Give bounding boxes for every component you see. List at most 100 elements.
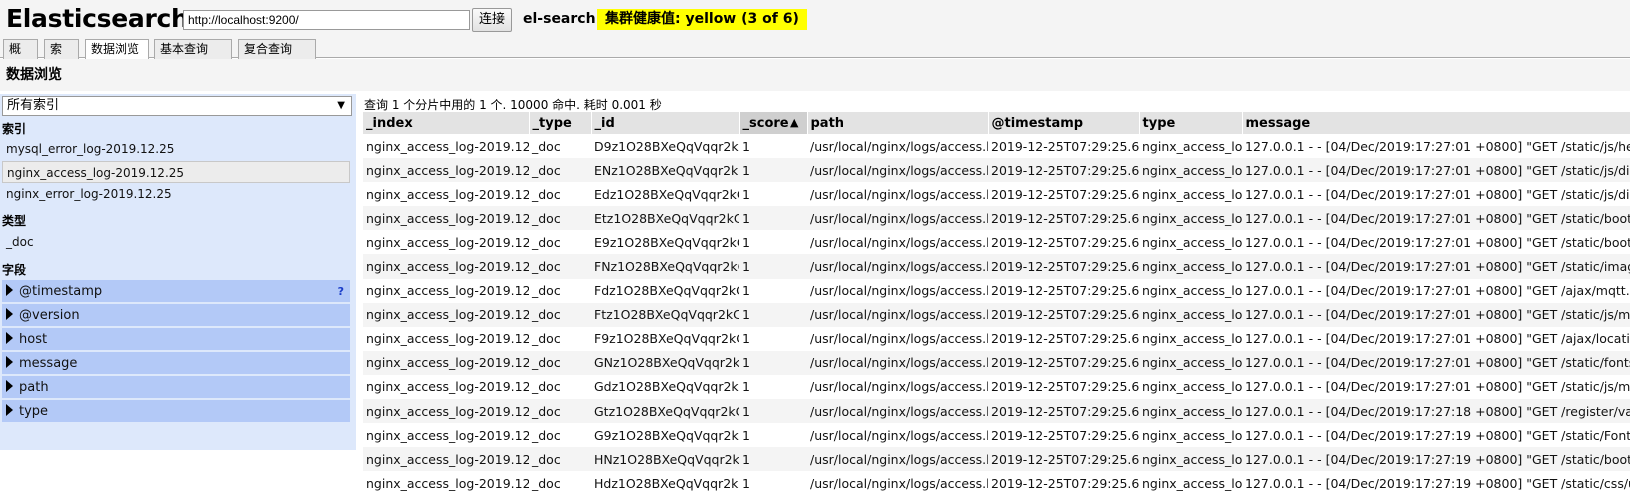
field-label: path (19, 380, 49, 395)
column-header-index[interactable]: _index (363, 112, 530, 134)
cell-doc-type: nginx_access_log (1139, 326, 1242, 351)
table-row[interactable]: nginx_access_log-2019.12.25_docGtz1O28BX… (363, 399, 1630, 424)
sidebar-index-item[interactable]: mysql_error_log-2019.12.25 (2, 138, 350, 160)
cluster-url-input[interactable] (183, 10, 470, 30)
cell-timestamp: 2019-12-25T07:29:25.635Z (988, 471, 1139, 495)
expand-triangle-icon (6, 308, 13, 320)
cell-doc-type: nginx_access_log (1139, 134, 1242, 159)
cell-timestamp: 2019-12-25T07:29:25.635Z (988, 350, 1139, 375)
cell-type: _doc (529, 374, 591, 400)
field-label: host (19, 332, 48, 347)
cell-path: /usr/local/nginx/logs/access.log (807, 254, 988, 279)
cell-score: 1 (739, 158, 807, 183)
column-header-score[interactable]: _score ▲ (739, 112, 808, 134)
query-summary: 查询 1 个分片中用的 1 个. 10000 命中. 耗时 0.001 秒 (364, 98, 662, 112)
cell-index: nginx_access_log-2019.12.25 (363, 374, 529, 400)
cell-id: D9z1O28BXeQqVqqr2kCh (591, 134, 739, 159)
cell-id: GNz1O28BXeQqVqqr2kCh (591, 350, 739, 375)
field-item-timestamp[interactable]: @timestamp ? (2, 280, 350, 303)
index-select[interactable]: 所有索引 ▼ (2, 96, 352, 116)
cell-timestamp: 2019-12-25T07:29:25.635Z (988, 278, 1139, 303)
cell-timestamp: 2019-12-25T07:29:25.635Z (988, 254, 1139, 279)
cell-message: 127.0.0.1 - - [04/Dec/2019:17:27:19 +080… (1242, 423, 1630, 448)
cell-message: 127.0.0.1 - - [04/Dec/2019:17:27:01 +080… (1242, 206, 1630, 231)
sidebar-type-item[interactable]: _doc (2, 231, 350, 253)
cell-type: _doc (529, 423, 591, 448)
table-row[interactable]: nginx_access_log-2019.12.25_docFdz1O28BX… (363, 278, 1630, 303)
table-row[interactable]: nginx_access_log-2019.12.25_docEtz1O28BX… (363, 206, 1630, 231)
cell-score: 1 (739, 326, 807, 351)
table-row[interactable]: nginx_access_log-2019.12.25_docE9z1O28BX… (363, 230, 1630, 255)
field-item-version[interactable]: @version (2, 304, 350, 327)
connect-button[interactable]: 连接 (472, 8, 512, 32)
field-label: @timestamp (19, 284, 103, 299)
table-row[interactable]: nginx_access_log-2019.12.25_docFtz1O28BX… (363, 302, 1630, 327)
tab-basic-query[interactable]: 基本查询 [+] (154, 39, 232, 75)
table-row[interactable]: nginx_access_log-2019.12.25_docFNz1O28BX… (363, 254, 1630, 279)
table-row[interactable]: nginx_access_log-2019.12.25_docF9z1O28BX… (363, 326, 1630, 351)
column-header-doc-type[interactable]: type (1139, 112, 1243, 134)
field-item-type[interactable]: type (2, 400, 350, 423)
cell-id: Gdz1O28BXeQqVqqr2kCh (591, 374, 739, 400)
cell-doc-type: nginx_access_log (1139, 423, 1242, 448)
tab-overview[interactable]: 概览 (3, 39, 38, 75)
cell-id: Fdz1O28BXeQqVqqr2kCh (591, 278, 739, 303)
help-icon[interactable]: ? (338, 280, 344, 303)
fields-heading: 字段 (2, 263, 27, 277)
column-header-id[interactable]: _id (591, 112, 740, 134)
table-row[interactable]: nginx_access_log-2019.12.25_docENz1O28BX… (363, 158, 1630, 183)
types-heading: 类型 (2, 214, 27, 228)
cell-doc-type: nginx_access_log (1139, 350, 1242, 375)
table-row[interactable]: nginx_access_log-2019.12.25_docHdz1O28BX… (363, 471, 1630, 495)
sidebar-index-item[interactable]: nginx_error_log-2019.12.25 (2, 183, 350, 205)
field-item-path[interactable]: path (2, 376, 350, 399)
cell-score: 1 (739, 447, 807, 472)
column-header-path[interactable]: path (807, 112, 989, 134)
column-header-message[interactable]: message (1242, 112, 1630, 134)
cell-type: _doc (529, 182, 591, 207)
table-row[interactable]: nginx_access_log-2019.12.25_docGNz1O28BX… (363, 350, 1630, 375)
cell-index: nginx_access_log-2019.12.25 (363, 182, 529, 207)
results-body: nginx_access_log-2019.12.25_docD9z1O28BX… (363, 134, 1630, 495)
table-row[interactable]: nginx_access_log-2019.12.25_docEdz1O28BX… (363, 182, 1630, 207)
column-header-type[interactable]: _type (529, 112, 592, 134)
table-row[interactable]: nginx_access_log-2019.12.25_docG9z1O28BX… (363, 423, 1630, 448)
table-row[interactable]: nginx_access_log-2019.12.25_docGdz1O28BX… (363, 374, 1630, 400)
field-item-host[interactable]: host (2, 328, 350, 351)
browser-sidebar: 所有索引 ▼ 索引 mysql_error_log-2019.12.25 ngi… (0, 94, 356, 450)
cell-message: 127.0.0.1 - - [04/Dec/2019:17:27:01 +080… (1242, 158, 1630, 183)
tab-indices[interactable]: 索引 (44, 39, 79, 75)
field-item-message[interactable]: message (2, 352, 350, 375)
cell-score: 1 (739, 423, 807, 448)
tab-browser[interactable]: 数据浏览 (85, 39, 149, 60)
cell-timestamp: 2019-12-25T07:29:25.635Z (988, 182, 1139, 207)
cell-path: /usr/local/nginx/logs/access.log (807, 374, 988, 400)
table-row[interactable]: nginx_access_log-2019.12.25_docHNz1O28BX… (363, 447, 1630, 472)
cell-message: 127.0.0.1 - - [04/Dec/2019:17:27:01 +080… (1242, 326, 1630, 351)
sidebar-index-item[interactable]: nginx_access_log-2019.12.25 (2, 161, 350, 183)
expand-triangle-icon (6, 332, 13, 344)
cell-id: F9z1O28BXeQqVqqr2kCh (591, 326, 739, 351)
table-row[interactable]: nginx_access_log-2019.12.25_docD9z1O28BX… (363, 134, 1630, 159)
app-title: Elasticsearch (6, 4, 189, 33)
cell-id: G9z1O28BXeQqVqqr2kCh (591, 423, 739, 448)
cell-doc-type: nginx_access_log (1139, 302, 1242, 327)
column-header-timestamp[interactable]: @timestamp (988, 112, 1140, 134)
cell-index: nginx_access_log-2019.12.25 (363, 399, 529, 424)
cell-id: Hdz1O28BXeQqVqqr2kCh (591, 471, 739, 495)
expand-triangle-icon (6, 356, 13, 368)
cell-type: _doc (529, 302, 591, 327)
cell-score: 1 (739, 302, 807, 327)
cell-score: 1 (739, 182, 807, 207)
cell-id: Ftz1O28BXeQqVqqr2kCh (591, 302, 739, 327)
dropdown-caret-icon: ▼ (337, 100, 345, 111)
cell-doc-type: nginx_access_log (1139, 230, 1242, 255)
tab-compound-query[interactable]: 复合查询 [+] (238, 39, 316, 75)
cell-id: E9z1O28BXeQqVqqr2kCh (591, 230, 739, 255)
cell-score: 1 (739, 399, 807, 424)
cell-doc-type: nginx_access_log (1139, 182, 1242, 207)
cell-timestamp: 2019-12-25T07:29:25.635Z (988, 399, 1139, 424)
cell-score: 1 (739, 134, 807, 159)
cluster-health-badge: 集群健康值: yellow (3 of 6) (597, 9, 807, 30)
cell-index: nginx_access_log-2019.12.25 (363, 230, 529, 255)
